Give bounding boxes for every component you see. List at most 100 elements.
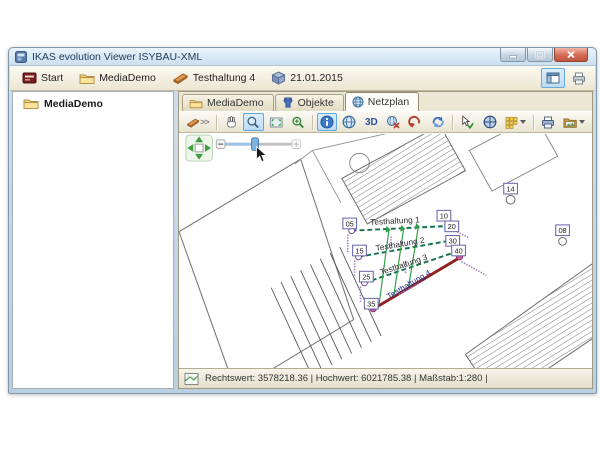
undo-view-button[interactable] [405,113,425,131]
dropdown-arrow-icon [579,120,585,124]
close-button[interactable] [554,48,588,62]
node-box[interactable]: 30 [446,236,460,247]
folder-icon [79,72,95,85]
print-button[interactable] [567,68,591,88]
maximize-icon [535,50,545,59]
tab-netzplan[interactable]: Netzplan [345,92,419,111]
globe-view-button[interactable] [339,113,359,131]
status-bar: Rechtswert: 3578218.36 | Hochwert: 60217… [179,368,592,388]
tab-bar: MediaDemo Objekte Netzplan [179,92,592,111]
tab-label: MediaDemo [207,97,264,109]
panel-toggle-button[interactable] [541,68,565,88]
hand-icon [224,115,238,130]
node-box[interactable]: 15 [353,245,367,256]
globe-disable-button[interactable] [383,113,403,131]
status-coordinates: Rechtswert: 3578218.36 | Hochwert: 60217… [205,373,488,384]
zoom-extent-button[interactable] [266,113,286,131]
cube-icon [271,71,286,85]
tab-objekte[interactable]: Objekte [275,94,344,111]
tree-item-mediademo[interactable]: MediaDemo [13,92,173,113]
toolbar-separator [216,115,217,130]
svg-text:08: 08 [558,226,566,235]
globe-x-icon [386,115,400,129]
node-box[interactable]: 05 [343,218,357,229]
close-icon [566,50,576,59]
select-objects-button[interactable] [457,113,477,131]
globe-icon [483,115,497,129]
window-title: IKAS evolution Viewer ISYBAU-XML [32,51,202,63]
toolbar-separator [533,115,534,130]
svg-text:05: 05 [346,219,354,228]
ikas-logo-icon [22,71,37,85]
node-box[interactable]: 25 [360,271,374,282]
feature-tools-button[interactable]: >> [183,113,212,131]
minimize-button[interactable] [500,48,526,62]
export-image-icon [563,116,577,129]
tab-label: Objekte [298,97,334,109]
refresh-icon [431,115,445,129]
brick-icon [172,72,189,84]
toolbar-item-mediademo[interactable]: MediaDemo [71,69,164,88]
globe-icon [352,96,364,108]
app-window: IKAS evolution Viewer ISYBAU-XML Start [8,47,597,394]
brick-icon [186,117,200,128]
undo-arrow-icon [408,115,422,129]
3d-icon: 3D [365,117,378,128]
coordinates-icon [184,372,199,386]
toolbar-item-label: Start [41,72,63,84]
export-image-button[interactable] [560,113,588,131]
grid-layers-button[interactable] [502,113,529,131]
main-toolbar: Start MediaDemo Testhaltung 4 21.01.20 [10,66,595,91]
toolbar-item-label: 21.01.2015 [290,72,343,84]
toolbar-item-label: MediaDemo [99,72,156,84]
view-3d-button[interactable]: 3D [361,113,381,131]
map-canvas[interactable]: 05 15 25 35 [179,133,592,368]
node-box[interactable]: 14 [504,183,518,194]
zoom-tool-button[interactable] [243,113,263,131]
toolbar-item-start[interactable]: Start [14,68,71,88]
printer-icon [572,72,586,85]
node-box[interactable]: 10 [437,210,451,221]
folder-icon [23,97,39,110]
toolbar-item-testhaltung[interactable]: Testhaltung 4 [164,69,263,87]
node-box[interactable]: 08 [556,225,570,236]
title-bar[interactable]: IKAS evolution Viewer ISYBAU-XML [9,48,596,66]
node-box[interactable]: 35 [364,298,378,309]
zoom-window-button[interactable] [288,113,308,131]
panel-layout-icon [546,72,560,84]
folder-icon [189,98,203,109]
svg-text:20: 20 [448,222,456,231]
project-tree-panel: MediaDemo [12,91,174,389]
node-box[interactable]: 20 [445,221,459,232]
zoom-extent-icon [269,116,283,129]
pipe-testhaltung-1[interactable] [352,226,451,231]
dropdown-arrow-icon [520,120,526,124]
objects-icon [282,97,294,109]
svg-text:30: 30 [449,237,457,246]
magnifier-plus-icon [291,115,305,130]
toolbar-separator [452,115,453,130]
magnifier-icon [246,115,260,130]
refresh-view-button[interactable] [428,113,448,131]
toolbar-item-date[interactable]: 21.01.2015 [263,68,351,88]
pan-tool-button[interactable] [221,113,241,131]
svg-text:40: 40 [454,246,462,255]
toolbar-separator [312,115,313,130]
cursor-check-icon [460,115,474,129]
map-panel: MediaDemo Objekte Netzplan [178,91,593,389]
map-settings-button[interactable] [480,113,500,131]
minimize-icon [508,50,518,59]
info-tool-button[interactable] [317,113,337,131]
svg-text:10: 10 [440,212,448,221]
svg-text:35: 35 [367,300,375,309]
maximize-button[interactable] [527,48,553,62]
tab-mediademo[interactable]: MediaDemo [182,94,274,111]
app-icon [15,51,27,63]
print-map-button[interactable] [538,113,558,131]
svg-text:25: 25 [362,273,370,282]
node-box[interactable]: 40 [452,245,466,256]
toolbar-item-label: Testhaltung 4 [193,72,255,84]
globe-icon [342,115,356,129]
mouse-cursor-icon [256,147,266,162]
pan-control[interactable] [186,135,212,161]
